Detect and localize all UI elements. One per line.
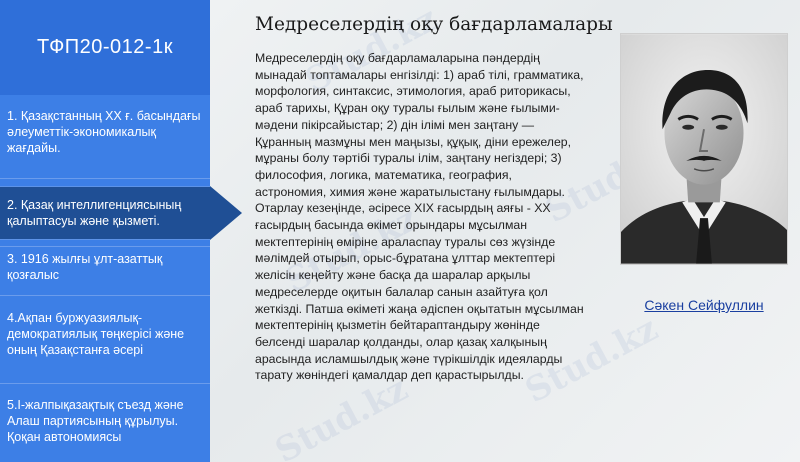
nav-item-label: 4.Ақпан буржуазиялық-демократиялық төңке… <box>7 311 185 357</box>
nav-item-label: 2. Қазақ интеллигенциясының қалыптасуы ж… <box>7 198 182 228</box>
divider <box>0 178 210 179</box>
active-item-arrow <box>210 186 242 240</box>
sidebar: ТФП20-012-1к 1. Қазақстанның ХХ ғ. басын… <box>0 0 210 462</box>
nav-item-5[interactable]: 5.І-жалпықазақтық съезд және Алаш партия… <box>0 397 210 445</box>
nav-item-label: 5.І-жалпықазақтық съезд және Алаш партия… <box>7 398 184 444</box>
sidebar-title: ТФП20-012-1к <box>0 0 210 95</box>
nav-item-3[interactable]: 3. 1916 жылғы ұлт-азаттық қозғалыс <box>0 251 210 283</box>
nav-item-1[interactable]: 1. Қазақстанның ХХ ғ. басындағы әлеуметт… <box>0 108 210 156</box>
nav-item-4[interactable]: 4.Ақпан буржуазиялық-демократиялық төңке… <box>0 310 210 358</box>
nav-item-label: 3. 1916 жылғы ұлт-азаттық қозғалыс <box>7 252 163 282</box>
portrait-caption[interactable]: Сәкен Сейфуллин <box>620 297 788 313</box>
nav-item-label: 1. Қазақстанның ХХ ғ. басындағы әлеуметт… <box>7 109 201 155</box>
divider <box>0 246 210 247</box>
divider <box>0 383 210 384</box>
portrait-image <box>620 33 788 265</box>
divider <box>0 295 210 296</box>
nav-item-2[interactable]: 2. Қазақ интеллигенциясының қалыптасуы ж… <box>0 186 210 240</box>
body-text: Медреселердің оқу бағдарламаларына пәнде… <box>255 51 584 383</box>
page-title: Медреселердің оқу бағдарламалары <box>255 14 613 35</box>
